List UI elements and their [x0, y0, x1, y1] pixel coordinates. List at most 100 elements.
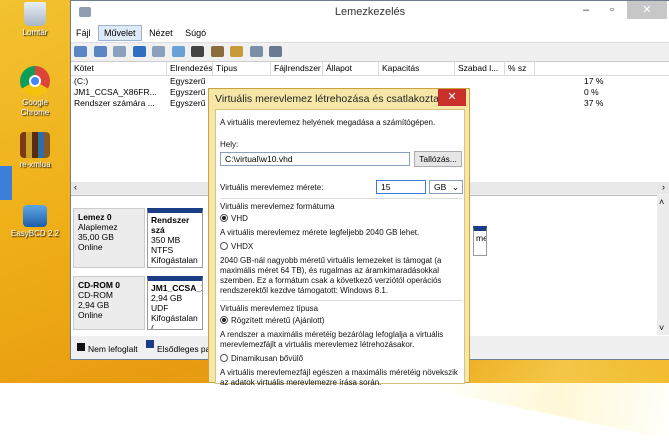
volume-free-percent: 37 % [584, 98, 604, 108]
dynamic-description: A virtuális merevlemezfájl egészen a max… [220, 368, 458, 387]
dialog-title: Virtuális merevlemez létrehozása és csat… [215, 93, 459, 105]
desktop-icon-easybcd[interactable]: EasyBCD 2.2 [2, 205, 68, 239]
disk-size: 2,94 GB [78, 300, 110, 310]
desktop-icon-label: EasyBCD 2.2 [10, 229, 60, 238]
vhdx-radio[interactable]: VHDX [220, 241, 254, 252]
partition-fragment[interactable]: me [473, 226, 487, 256]
maximize-button[interactable]: ▫ [599, 1, 625, 19]
check-icon[interactable] [210, 46, 224, 57]
legend-swatch-primary [145, 340, 154, 348]
location-input[interactable]: C:\virtual\w10.vhd [220, 152, 410, 166]
partition-title: Rendszer szá [151, 215, 190, 235]
scroll-up-icon[interactable]: ˄ [659, 197, 664, 207]
partition-size: 350 MB NTFS [151, 235, 181, 255]
menu-action[interactable]: Művelet [98, 25, 142, 41]
column-header[interactable]: Szabad l... [455, 62, 505, 75]
forward-icon[interactable] [93, 46, 107, 57]
desktop-icon-recycle-bin[interactable]: Lomtár [2, 2, 68, 38]
type-section-label: Virtuális merevlemez típusa [220, 304, 319, 313]
back-icon[interactable] [74, 46, 87, 57]
partition-cdrom[interactable]: JM1_CCSA_X 2,94 GB UDF Kifogástalan ( [147, 276, 203, 330]
divider [220, 198, 462, 199]
disk-type: CD-ROM [78, 290, 113, 300]
recycle-bin-icon [24, 2, 46, 26]
column-header[interactable]: Fájlrendszer [271, 62, 323, 75]
vhdx-description: 2040 GB-nál nagyobb méretű virtuális lem… [220, 256, 442, 295]
column-header[interactable]: Állapot [323, 62, 379, 75]
location-label: Hely: [220, 140, 239, 149]
properties-icon[interactable] [152, 46, 166, 57]
column-header[interactable]: Kapacitás [379, 62, 455, 75]
vhd-description: A virtuális merevlemez mérete legfeljebb… [220, 228, 420, 237]
chrome-icon [20, 66, 50, 96]
dynamic-radio-label: Dinamikusan bővülő [231, 354, 304, 363]
menu-help[interactable]: Súgó [180, 26, 211, 40]
create-vhd-dialog: Virtuális merevlemez létrehozása és csat… [208, 88, 470, 387]
books-icon [20, 132, 50, 158]
volume-free-percent: 17 % [584, 76, 604, 86]
legend-label: Nem lefoglalt [88, 344, 138, 355]
divider [220, 300, 462, 301]
easybcd-icon [23, 205, 47, 227]
volume-layout: Egyszerű [170, 98, 206, 108]
scroll-down-icon[interactable]: ˅ [659, 323, 664, 333]
scroll-left-icon[interactable]: ‹ [74, 182, 77, 192]
dynamic-radio[interactable]: Dinamikusan bővülő [220, 353, 304, 364]
search-icon[interactable] [249, 46, 263, 57]
volume-layout: Egyszerű [170, 76, 206, 86]
size-unit-select[interactable]: GB ⌄ [429, 180, 463, 194]
volume-free-percent: 0 % [584, 87, 599, 97]
minimize-button[interactable]: – [573, 1, 599, 19]
legend-swatch-unallocated [77, 343, 85, 351]
volume-name: (C:) [74, 76, 89, 86]
format-section-label: Virtuális merevlemez formátuma [220, 202, 335, 211]
delete-icon[interactable] [191, 46, 205, 57]
vhd-radio[interactable]: VHD [220, 213, 248, 224]
volume-list-header: Kötet Elrendezés Típus Fájlrendszer Álla… [71, 62, 669, 76]
fixed-radio-label: Rögzített méretű (Ajánlott) [231, 316, 325, 325]
list-view-icon[interactable] [113, 46, 127, 57]
column-header[interactable]: Elrendezés [167, 62, 213, 75]
dialog-close-button[interactable]: ✕ [438, 89, 466, 106]
volume-layout: Egyszerű [170, 87, 206, 97]
fixed-size-radio[interactable]: Rögzített méretű (Ajánlott) [220, 315, 325, 326]
legend-label: Elsődleges pa [156, 344, 211, 355]
vertical-scrollbar[interactable]: ˄ ˅ [657, 195, 669, 335]
partition-title: JM1_CCSA_X [151, 283, 203, 293]
desktop-icon-label: Lomtár [22, 28, 48, 37]
desktop-icon-books[interactable]: re-xmlua [2, 132, 68, 170]
refresh-icon[interactable] [171, 46, 185, 57]
column-header[interactable]: Kötet [71, 62, 167, 75]
partition-size: 2,94 GB UDF [151, 293, 183, 313]
column-header[interactable]: Típus [213, 62, 271, 75]
menu-file[interactable]: Fájl [71, 26, 96, 40]
table-row[interactable]: (C:) Egyszerű 17 % [71, 76, 669, 87]
size-unit-value: GB [434, 182, 447, 192]
disk-0-label[interactable]: Lemez 0 Alaplemez 35,00 GB Online [73, 208, 145, 268]
partition-status: Kifogástalan ( [151, 255, 198, 267]
settings-icon[interactable] [269, 46, 283, 57]
column-header[interactable]: % sz [505, 62, 535, 75]
chevron-down-icon: ⌄ [451, 182, 459, 192]
radio-selected-icon [220, 315, 228, 324]
vhd-radio-label: VHD [231, 214, 248, 223]
browse-button[interactable]: Tallózás... [414, 151, 462, 167]
size-input[interactable]: 15 [376, 180, 426, 194]
fixed-description: A rendszer a maximális méretéig bezáróla… [220, 330, 444, 349]
volume-name: JM1_CCSA_X86FR... [74, 87, 157, 97]
disk-status: Online [78, 310, 103, 320]
close-button[interactable]: ✕ [627, 1, 667, 19]
cdrom-0-label[interactable]: CD-ROM 0 CD-ROM 2,94 GB Online [73, 276, 145, 330]
folder-icon[interactable] [230, 46, 244, 57]
volume-name: Rendszer számára ... [74, 98, 155, 108]
dialog-intro: A virtuális merevlemez helyének megadása… [220, 118, 436, 127]
help-icon[interactable] [132, 46, 146, 57]
radio-icon [220, 241, 228, 250]
vhdx-radio-label: VHDX [231, 242, 254, 251]
menu-view[interactable]: Nézet [144, 26, 178, 40]
partition-system[interactable]: Rendszer szá 350 MB NTFS Kifogástalan ( [147, 208, 203, 268]
scroll-right-icon[interactable]: › [662, 182, 665, 192]
side-accent [0, 166, 12, 200]
partition-status: Kifogástalan ( [151, 313, 198, 330]
desktop-icon-chrome[interactable]: Google Chrome [2, 66, 68, 118]
